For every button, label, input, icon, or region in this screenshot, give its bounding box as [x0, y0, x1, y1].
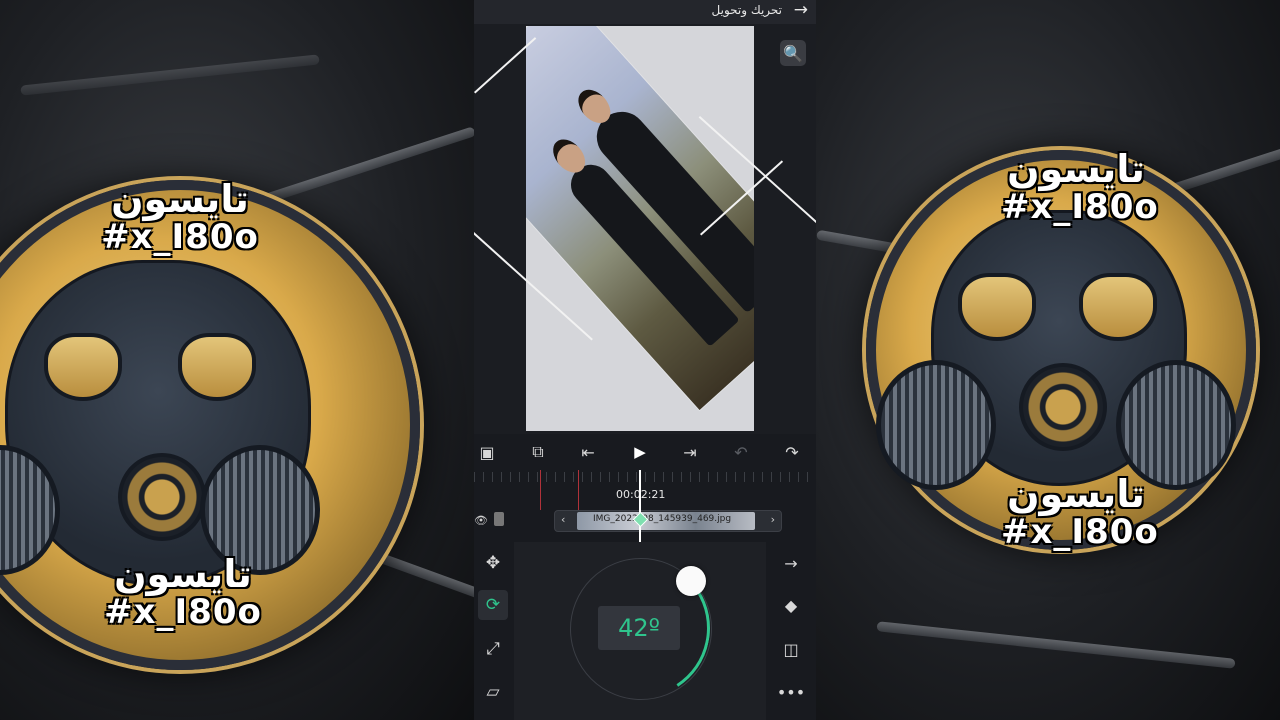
clip-name: IMG_2022_08_145939_469.jpg [593, 514, 732, 524]
background-left-panel: تايسون #x_I80o تايسون #x_I80o [0, 0, 474, 720]
skew-icon[interactable]: ▱ [478, 677, 508, 707]
top-bar: تحريك وتحويل → [474, 0, 816, 24]
side-tools: → ◆ ◫ ••• [766, 542, 816, 720]
logo-caption-bottom: تايسون #x_I80o [1001, 472, 1159, 552]
scale-icon[interactable]: ⤢ [478, 634, 508, 664]
crop-icon[interactable]: ▣ [474, 440, 500, 464]
layer-thumbnail[interactable] [494, 512, 504, 526]
magnify-icon[interactable]: 🔍 [780, 40, 806, 66]
logo-caption-top: تايسون #x_I80o [101, 177, 259, 257]
rotate-icon[interactable]: ⟳ [478, 590, 508, 620]
transform-tools: ✥ ⟳ ⤢ ▱ [474, 542, 514, 720]
mask-eye-left [958, 273, 1036, 341]
canvas-frame [526, 26, 754, 431]
skip-end-icon[interactable]: ⇥ [677, 440, 703, 464]
chain-decoration [876, 621, 1236, 669]
chain-decoration [263, 126, 474, 204]
mask-center-filter [118, 453, 206, 541]
rotation-panel: 42º [514, 542, 766, 720]
mask-eye-left [44, 333, 122, 401]
mask-filter-left [876, 360, 996, 490]
mask-eye-right [1079, 273, 1157, 341]
copy-layer-icon[interactable]: ⧉ [525, 440, 551, 464]
move-icon[interactable]: ✥ [478, 548, 508, 578]
flip-icon[interactable]: ◫ [776, 634, 806, 664]
chevron-left-icon[interactable]: ‹ [561, 513, 565, 526]
mask-eye-right [178, 333, 256, 401]
skip-start-icon[interactable]: ⇤ [575, 440, 601, 464]
timeline[interactable]: 00:02:21 👁 ‹ IMG_2022_08_145939_469.jpg … [474, 470, 816, 542]
more-icon[interactable]: ••• [776, 677, 806, 707]
marker-line [578, 470, 579, 510]
playhead[interactable] [639, 470, 641, 542]
keyframe-diamond-icon[interactable]: ◆ [776, 590, 806, 620]
playback-controls: ▣ ⧉ ⇤ ▶ ⇥ ↶ ↷ [474, 434, 816, 470]
chevron-right-icon[interactable]: › [771, 513, 775, 526]
background-right-panel: تايسون #x_I80o تايسون #x_I80o [816, 0, 1280, 720]
eye-icon[interactable]: 👁 [474, 514, 488, 527]
play-icon[interactable]: ▶ [627, 440, 653, 464]
mask-center-filter [1019, 363, 1107, 451]
video-editor-app: تحريك وتحويل → 🔍 ▣ ⧉ ⇤ ▶ ⇥ ↶ ↷ 00:02:21 [474, 0, 816, 720]
smoke-decoration [20, 54, 320, 96]
arrow-right-icon[interactable]: → [794, 0, 808, 20]
logo-caption-top: تايسون #x_I80o [1001, 147, 1159, 227]
time-ruler [474, 472, 816, 482]
rotation-knob[interactable] [676, 566, 706, 596]
marker-line [540, 470, 541, 510]
video-preview[interactable]: 🔍 [474, 24, 816, 434]
mask-filter-right [1116, 360, 1236, 490]
page-title: تحريك وتحويل [711, 3, 782, 17]
undo-icon[interactable]: ↶ [728, 440, 754, 464]
timeline-clip[interactable]: ‹ IMG_2022_08_145939_469.jpg › [554, 510, 782, 532]
arrow-right-icon[interactable]: → [776, 548, 806, 578]
redo-icon[interactable]: ↷ [779, 440, 805, 464]
angle-value[interactable]: 42º [598, 606, 680, 650]
logo-caption-bottom: تايسون #x_I80o [104, 552, 262, 632]
